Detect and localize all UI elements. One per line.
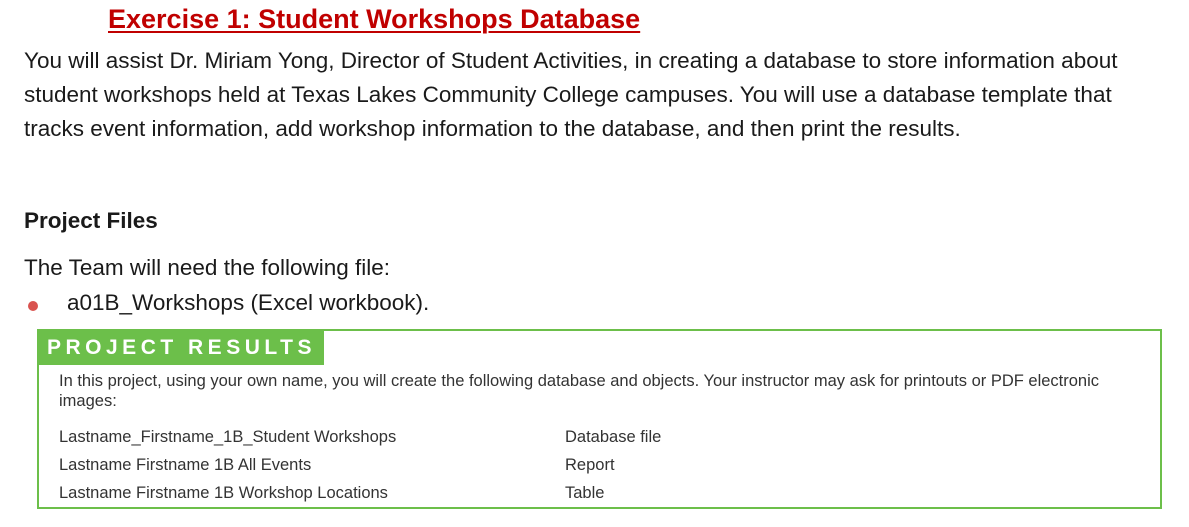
exercise-title: Exercise 1: Student Workshops Database	[108, 4, 641, 34]
object-name: Lastname Firstname 1B All Events	[59, 455, 312, 474]
project-results-table: Lastname_Firstname_1B_Student Workshops …	[59, 423, 661, 507]
project-results-header: PROJECT RESULTS	[37, 329, 324, 365]
project-results-box: PROJECT RESULTS In this project, using y…	[37, 329, 1162, 509]
object-name: Lastname Firstname 1B Workshop Locations	[59, 483, 388, 502]
object-type: Database file	[565, 427, 662, 446]
bullet-icon	[28, 301, 38, 311]
table-row: Lastname Firstname 1B Workshop Locations…	[59, 479, 661, 507]
project-results-description: In this project, using your own name, yo…	[59, 372, 1100, 410]
intro-paragraph: You will assist Dr. Miriam Yong, Directo…	[24, 48, 1118, 141]
table-row: Lastname_Firstname_1B_Student Workshops …	[59, 423, 661, 451]
file-item: a01B_Workshops (Excel workbook).	[24, 290, 429, 316]
object-type: Report	[565, 455, 615, 474]
project-files-heading: Project Files	[24, 208, 158, 233]
table-row: Lastname Firstname 1B All Events Report	[59, 451, 661, 479]
object-type: Table	[565, 483, 605, 502]
file-list: a01B_Workshops (Excel workbook).	[24, 290, 429, 316]
need-line: The Team will need the following file:	[24, 255, 391, 280]
object-name: Lastname_Firstname_1B_Student Workshops	[59, 427, 397, 446]
file-name: a01B_Workshops (Excel workbook).	[67, 290, 430, 315]
